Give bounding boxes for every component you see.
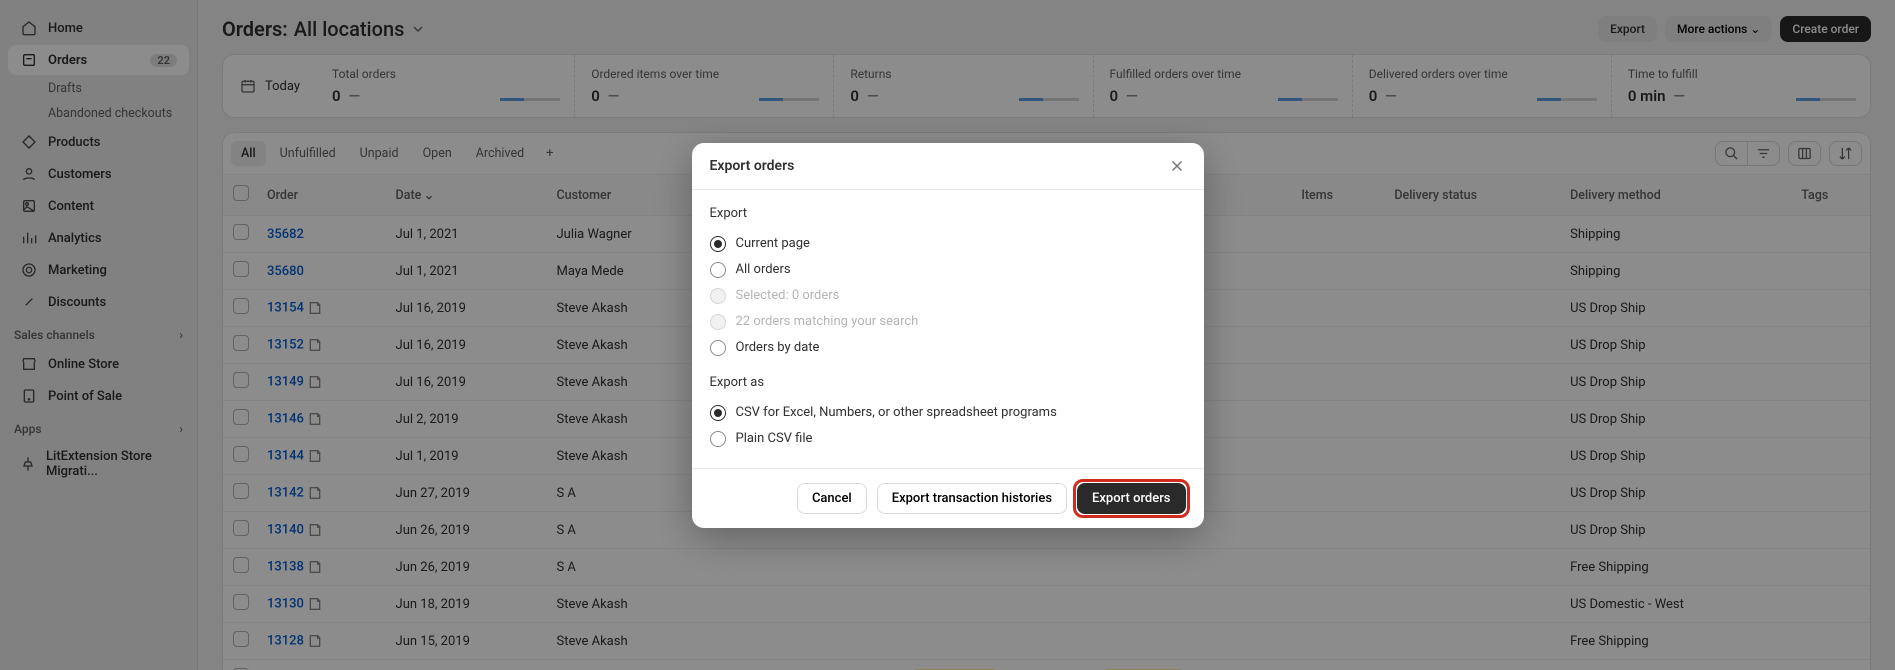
export-section-label: Export bbox=[710, 206, 1186, 221]
modal-footer: Cancel Export transaction histories Expo… bbox=[692, 468, 1204, 528]
radio-matching-orders: 22 orders matching your search bbox=[710, 309, 1186, 335]
modal-overlay: Export orders Export Current page All or… bbox=[0, 0, 1895, 670]
cancel-button[interactable]: Cancel bbox=[797, 483, 867, 514]
export-orders-button[interactable]: Export orders bbox=[1077, 483, 1185, 514]
radio-label: CSV for Excel, Numbers, or other spreads… bbox=[736, 405, 1057, 420]
radio-csv-plain[interactable]: Plain CSV file bbox=[710, 426, 1186, 452]
radio-label: 22 orders matching your search bbox=[736, 314, 919, 329]
radio-csv-spreadsheet[interactable]: CSV for Excel, Numbers, or other spreads… bbox=[710, 400, 1186, 426]
radio-icon bbox=[710, 340, 726, 356]
radio-label: Plain CSV file bbox=[736, 431, 813, 446]
export-as-section-label: Export as bbox=[710, 375, 1186, 390]
export-modal: Export orders Export Current page All or… bbox=[692, 143, 1204, 528]
radio-selected-orders: Selected: 0 orders bbox=[710, 283, 1186, 309]
radio-icon bbox=[710, 314, 726, 330]
radio-label: Selected: 0 orders bbox=[736, 288, 840, 303]
modal-header: Export orders bbox=[692, 143, 1204, 190]
radio-orders-by-date[interactable]: Orders by date bbox=[710, 335, 1186, 361]
radio-label: Current page bbox=[736, 236, 810, 251]
radio-label: All orders bbox=[736, 262, 791, 277]
modal-title: Export orders bbox=[710, 158, 795, 174]
radio-current-page[interactable]: Current page bbox=[710, 231, 1186, 257]
radio-icon bbox=[710, 288, 726, 304]
radio-icon bbox=[710, 236, 726, 252]
modal-close-button[interactable] bbox=[1168, 157, 1186, 175]
radio-icon bbox=[710, 405, 726, 421]
radio-icon bbox=[710, 431, 726, 447]
radio-label: Orders by date bbox=[736, 340, 820, 355]
radio-all-orders[interactable]: All orders bbox=[710, 257, 1186, 283]
export-transaction-histories-button[interactable]: Export transaction histories bbox=[877, 483, 1067, 514]
radio-icon bbox=[710, 262, 726, 278]
